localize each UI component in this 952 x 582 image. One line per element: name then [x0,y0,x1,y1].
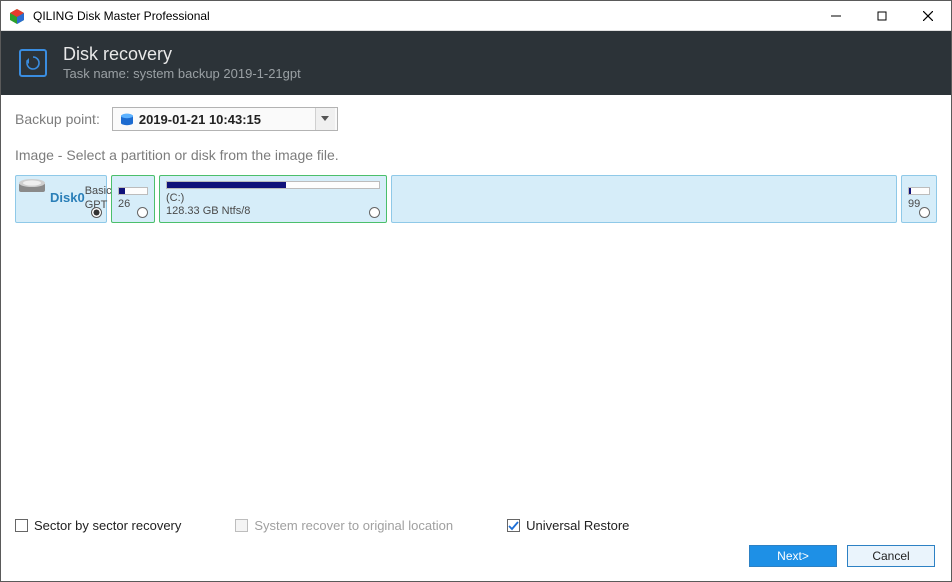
partition-1-radio[interactable] [369,207,380,218]
minimize-button[interactable] [813,1,859,30]
disk-summary[interactable]: Disk0 Basic GPT 465.75 GB [15,175,107,223]
backup-point-label: Backup point: [15,111,100,127]
backup-point-dropdown[interactable]: 2019-01-21 10:43:15 [112,107,338,131]
partition-2-radio[interactable] [919,207,930,218]
close-button[interactable] [905,1,951,30]
sector-recovery-checkbox[interactable]: Sector by sector recovery [15,518,181,533]
partition-0-usage [119,188,125,194]
partition-0-radio[interactable] [137,207,148,218]
sector-recovery-label: Sector by sector recovery [34,518,181,533]
partition-1-size: 128.33 GB Ntfs/8 [166,205,380,218]
titlebar: QILING Disk Master Professional [1,1,951,31]
disk-name: Disk0 [50,190,85,206]
recovery-icon [19,49,47,77]
partition-2[interactable]: 99 [901,175,937,223]
page-title: Disk recovery [63,45,301,65]
disk-row-spacer [391,175,897,223]
disk-list: Disk0 Basic GPT 465.75 GB 26 [15,175,937,514]
disk-icon [119,112,135,128]
chevron-down-icon [315,108,335,130]
partition-1-usage [167,182,286,188]
partition-2-usage [909,188,911,194]
partition-0[interactable]: 26 [111,175,155,223]
next-button[interactable]: Next> [749,545,837,567]
system-original-label: System recover to original location [254,518,453,533]
page-subtitle: Task name: system backup 2019-1-21gpt [63,66,301,81]
universal-restore-label: Universal Restore [526,518,629,533]
app-window: QILING Disk Master Professional Disk rec… [0,0,952,582]
hdd-icon [19,179,45,197]
system-original-checkbox: System recover to original location [235,518,453,533]
checkbox-icon [235,519,248,532]
app-icon [9,8,25,24]
partition-1[interactable]: (C:) 128.33 GB Ntfs/8 [159,175,387,223]
backup-point-value: 2019-01-21 10:43:15 [139,112,261,127]
disk-row: Disk0 Basic GPT 465.75 GB 26 [15,175,937,223]
checkbox-icon [15,519,28,532]
window-title: QILING Disk Master Professional [33,9,813,23]
cancel-button[interactable]: Cancel [847,545,935,567]
instruction-text: Image - Select a partition or disk from … [15,147,937,163]
disk-selected-radio[interactable] [91,207,102,218]
page-header: Disk recovery Task name: system backup 2… [1,31,951,95]
maximize-button[interactable] [859,1,905,30]
checkbox-checked-icon [507,519,520,532]
partition-1-label: (C:) [166,192,380,205]
universal-restore-checkbox[interactable]: Universal Restore [507,518,629,533]
